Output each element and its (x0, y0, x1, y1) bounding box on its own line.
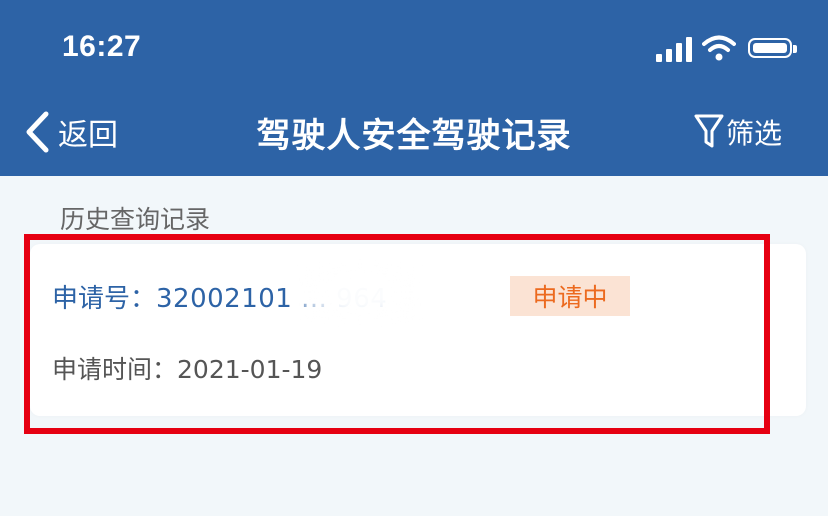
status-time: 16:27 (62, 30, 142, 63)
section-title: 历史查询记录 (60, 205, 211, 234)
filter-label: 筛选 (725, 117, 782, 150)
battery-icon (748, 38, 797, 58)
app-header: 16:27 返回 驾驶人安全驾驶记录 筛选 (0, 0, 828, 176)
highlight-box (24, 234, 770, 434)
status-icons (656, 34, 797, 64)
wifi-icon (702, 35, 736, 61)
filter-button[interactable]: 筛选 (694, 110, 782, 154)
filter-icon (694, 114, 724, 148)
signal-icon (656, 34, 692, 62)
